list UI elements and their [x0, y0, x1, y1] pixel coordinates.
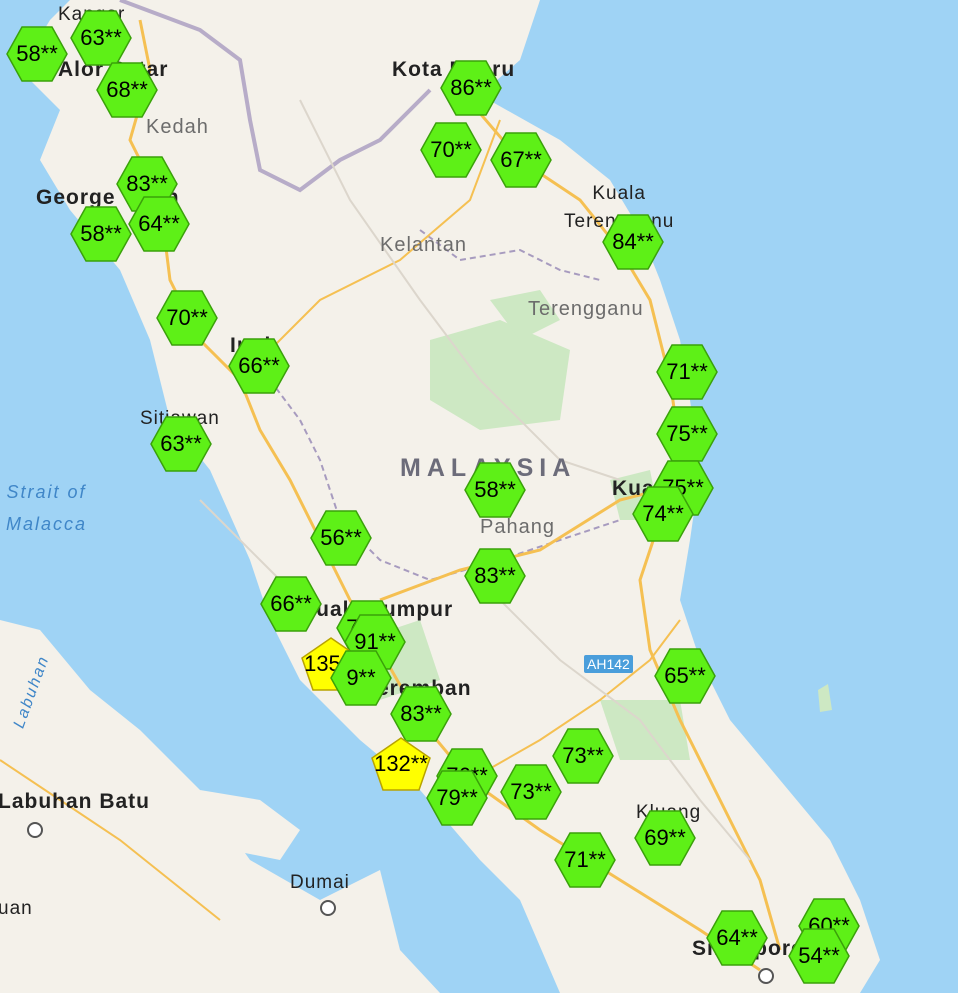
aqi-marker-good[interactable]: 54**	[788, 928, 850, 984]
aqi-marker-good[interactable]: 64**	[128, 196, 190, 252]
aqi-value: 65**	[664, 663, 706, 688]
aqi-value: 79**	[436, 785, 478, 810]
aqi-value: 69**	[644, 825, 686, 850]
aqi-marker-good[interactable]: 9**	[330, 650, 392, 706]
aqi-value: 75**	[666, 421, 708, 446]
aqi-value: 66**	[270, 591, 312, 616]
aqi-marker-good[interactable]: 65**	[654, 648, 716, 704]
aqi-value: 64**	[138, 211, 180, 236]
aqi-marker-good[interactable]: 73**	[500, 764, 562, 820]
label-strait-of-malacca: Strait of Malacca	[6, 482, 88, 534]
aqi-marker-good[interactable]: 66**	[260, 576, 322, 632]
aqi-value: 71**	[564, 847, 606, 872]
aqi-marker-good[interactable]: 75**	[656, 406, 718, 462]
aqi-marker-good[interactable]: 58**	[6, 26, 68, 82]
aqi-value: 64**	[716, 925, 758, 950]
aqi-marker-good[interactable]: 58**	[70, 206, 132, 262]
label-kelantan: Kelantan	[380, 234, 467, 256]
aqi-marker-good[interactable]: 83**	[390, 686, 452, 742]
aqi-value: 86**	[450, 75, 492, 100]
aqi-value: 56**	[320, 525, 362, 550]
label-dumai: Dumai	[290, 872, 350, 893]
aqi-marker-good[interactable]: 70**	[156, 290, 218, 346]
aqi-value: 63**	[80, 25, 122, 50]
aqi-value: 74**	[642, 501, 684, 526]
label-labuhan-batu: Labuhan Batu	[0, 790, 150, 813]
aqi-marker-good[interactable]: 66**	[228, 338, 290, 394]
aqi-value: 71**	[666, 359, 708, 384]
aqi-value: 83**	[400, 701, 442, 726]
aqi-value: 9**	[346, 665, 376, 690]
aqi-value: 68**	[106, 77, 148, 102]
aqi-marker-good[interactable]: 71**	[656, 344, 718, 400]
aqi-value: 83**	[126, 171, 168, 196]
aqi-value: 63**	[160, 431, 202, 456]
aqi-value: 58**	[80, 221, 122, 246]
aqi-marker-good[interactable]: 63**	[70, 10, 132, 66]
label-pahang: Pahang	[480, 516, 555, 538]
aqi-value: 73**	[562, 743, 604, 768]
label-kedah: Kedah	[146, 116, 209, 138]
aqi-value: 66**	[238, 353, 280, 378]
aqi-value: 58**	[474, 477, 516, 502]
aqi-marker-good[interactable]: 56**	[310, 510, 372, 566]
aqi-marker-good[interactable]: 58**	[464, 462, 526, 518]
aqi-value: 70**	[430, 137, 472, 162]
aqi-value: 70**	[166, 305, 208, 330]
label-uan: uan	[0, 898, 33, 919]
aqi-marker-moderate[interactable]: 132**	[370, 736, 432, 792]
aqi-value: 73**	[510, 779, 552, 804]
aqi-marker-good[interactable]: 63**	[150, 416, 212, 472]
aqi-value: 67**	[500, 147, 542, 172]
aqi-marker-good[interactable]: 64**	[706, 910, 768, 966]
city-dot-singapore	[758, 968, 774, 984]
aqi-marker-good[interactable]: 71**	[554, 832, 616, 888]
aqi-value: 54**	[798, 943, 840, 968]
aqi-marker-good[interactable]: 86**	[440, 60, 502, 116]
aqi-marker-good[interactable]: 84**	[602, 214, 664, 270]
aqi-marker-good[interactable]: 74**	[632, 486, 694, 542]
city-dot-labuhan-batu	[27, 822, 43, 838]
aqi-value: 132**	[374, 751, 428, 776]
aqi-value: 84**	[612, 229, 654, 254]
aqi-marker-good[interactable]: 79**	[426, 770, 488, 826]
aqi-value: 58**	[16, 41, 58, 66]
ah142-route-shield: AH142	[584, 655, 633, 673]
aqi-marker-good[interactable]: 83**	[464, 548, 526, 604]
city-dot-dumai	[320, 900, 336, 916]
aqi-marker-good[interactable]: 69**	[634, 810, 696, 866]
aqi-marker-good[interactable]: 67**	[490, 132, 552, 188]
aqi-value: 83**	[474, 563, 516, 588]
label-terengganu: Terengganu	[528, 298, 644, 320]
aqi-marker-good[interactable]: 70**	[420, 122, 482, 178]
aqi-marker-good[interactable]: 68**	[96, 62, 158, 118]
